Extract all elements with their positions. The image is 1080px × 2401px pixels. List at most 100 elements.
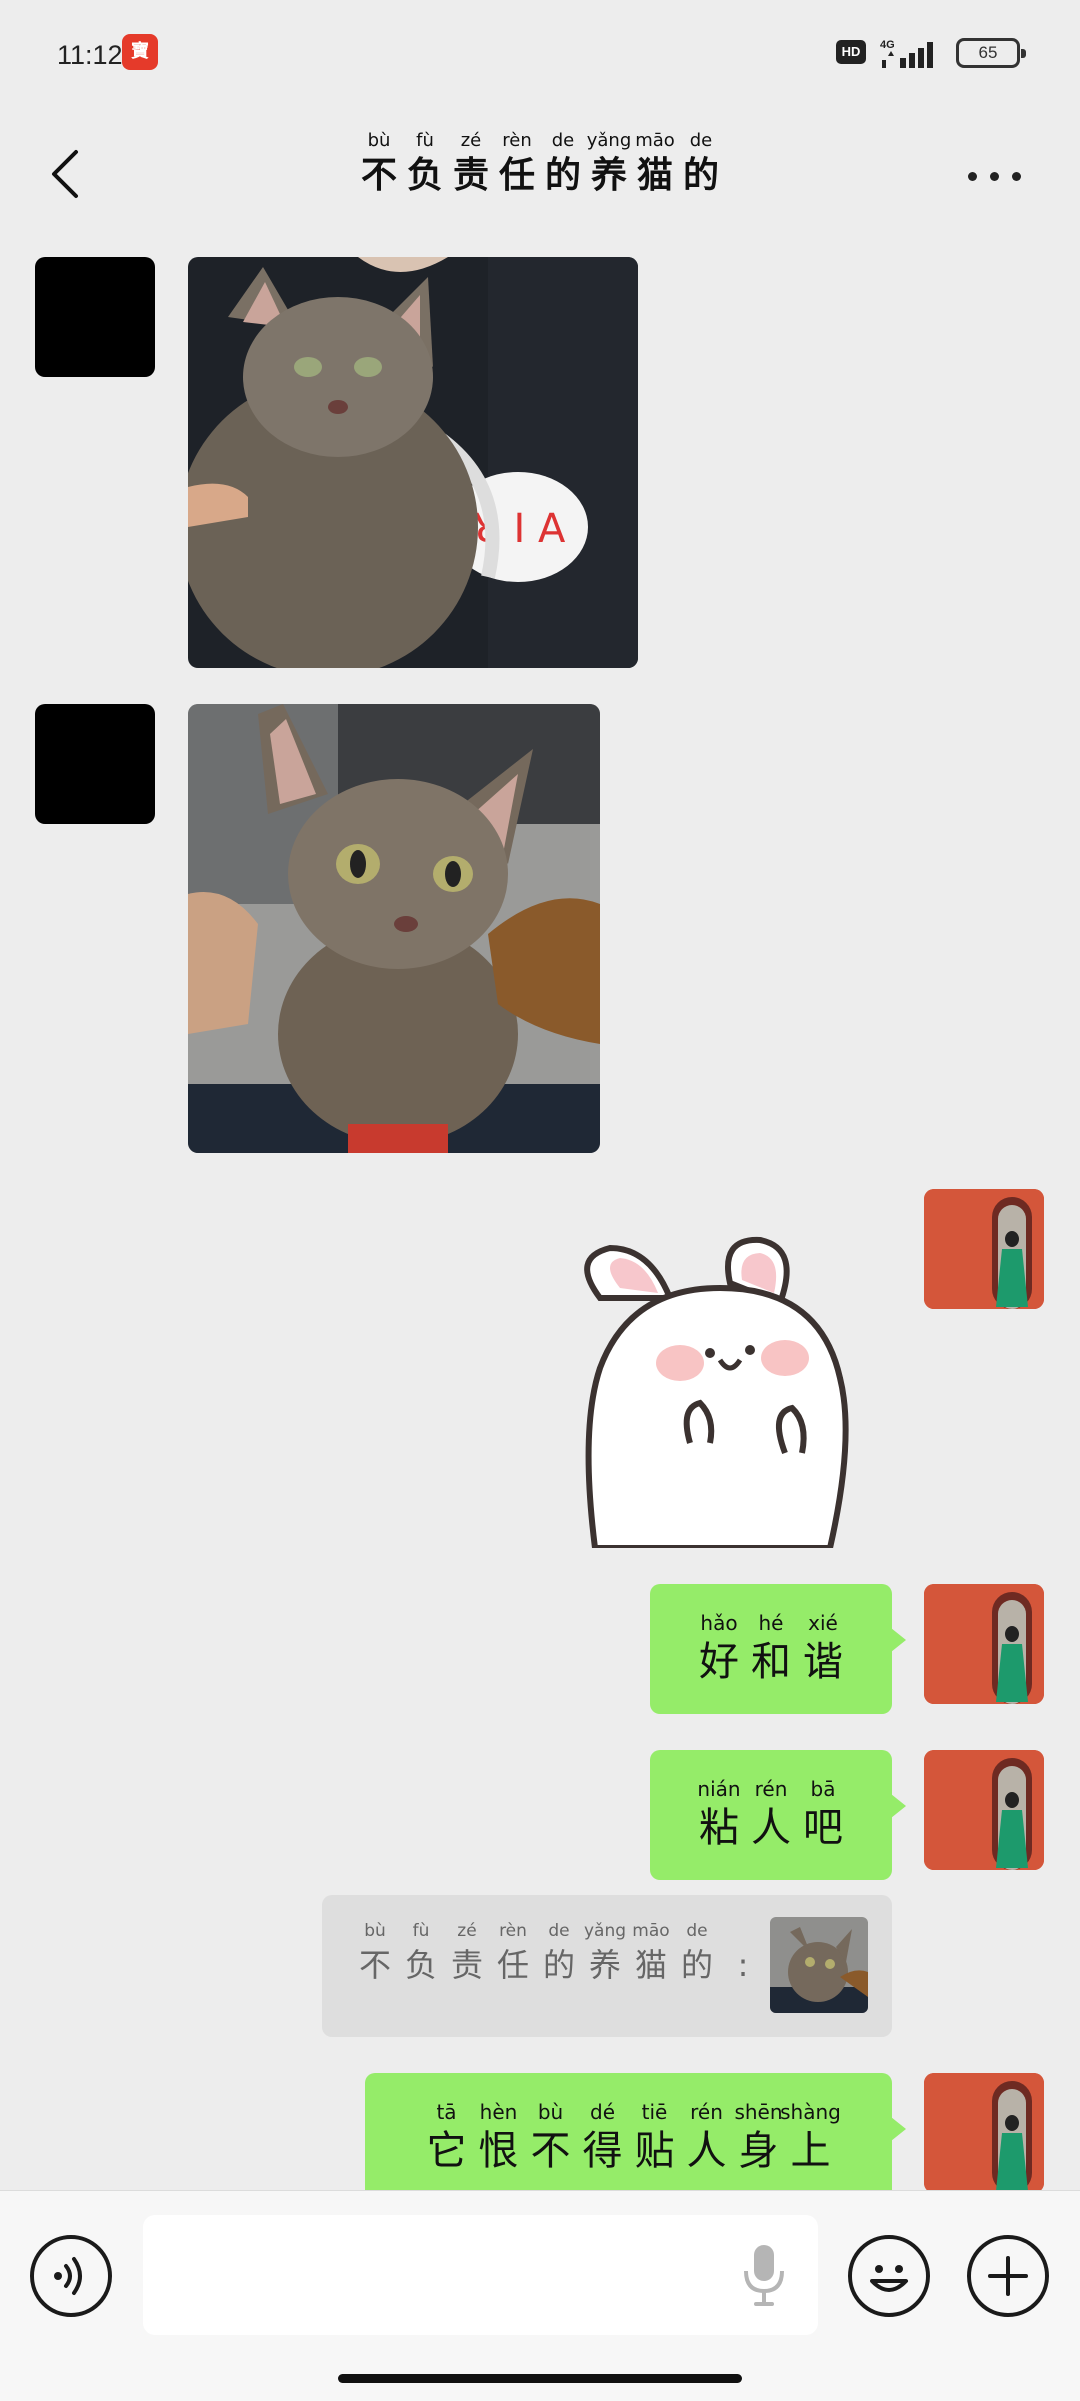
pinyin: nián xyxy=(697,1777,741,1801)
hanzi: 人 xyxy=(686,2128,727,2174)
contact-avatar[interactable] xyxy=(35,257,155,377)
pinyin: de xyxy=(551,130,575,151)
hanzi: 粘 xyxy=(699,1805,739,1851)
pinyin-char: māo 猫 xyxy=(632,130,678,198)
more-dot xyxy=(1012,172,1021,181)
pinyin: shàng xyxy=(780,2100,841,2124)
message-text: tā 它 hèn 恨 bù 不 dé 得 tiē 贴 rén 人 shēn 身 shàng 上 xyxy=(421,2100,841,2176)
hanzi: 的 xyxy=(542,1946,575,1984)
message-text: nián 粘 rén 人 bā 吧 xyxy=(693,1777,849,1853)
hanzi: 得 xyxy=(582,2128,623,2174)
signal-icon: 4G xyxy=(880,39,933,68)
my-avatar[interactable] xyxy=(924,1750,1044,1870)
avatar-photo xyxy=(924,1750,1044,1870)
pinyin: de xyxy=(689,130,713,151)
pinyin: shēn xyxy=(734,2100,783,2124)
chat-header: bù 不 fù 负 zé 责 rèn 任 de 的 yǎng 养 māo 猫 de 的 xyxy=(0,110,1080,238)
quoted-image-thumbnail[interactable] xyxy=(770,1917,868,2013)
pinyin-char: fù 负 xyxy=(398,1921,444,1987)
pinyin-char: fù 负 xyxy=(402,130,448,198)
hanzi: 负 xyxy=(406,155,443,196)
pinyin-char: de 的 xyxy=(540,130,586,198)
pinyin-char: bù 不 xyxy=(356,130,402,198)
hanzi: 负 xyxy=(404,1946,437,1984)
cat-photo-thumb xyxy=(770,1917,868,2013)
contact-avatar[interactable] xyxy=(35,704,155,824)
status-bar: 11:12 寶 HD 4G 65 xyxy=(0,0,1080,110)
pinyin-char: rèn 任 xyxy=(490,1921,536,1987)
network-label: 4G xyxy=(880,39,895,51)
pinyin-char: yǎng 养 xyxy=(582,1921,628,1987)
pinyin: xié xyxy=(808,1611,838,1635)
text-message-bubble[interactable]: hǎo 好 hé 和 xié 谐 xyxy=(650,1584,906,1714)
plus-button[interactable] xyxy=(967,2235,1049,2317)
pinyin-char: bā 吧 xyxy=(797,1777,849,1853)
hanzi: 人 xyxy=(751,1805,791,1851)
pinyin: hé xyxy=(758,1611,784,1635)
pinyin-char: tā 它 xyxy=(421,2100,473,2176)
pinyin: zé xyxy=(460,130,482,151)
hanzi: 养 xyxy=(588,1946,621,1984)
hanzi: 它 xyxy=(426,2128,467,2174)
quoted-message[interactable]: bù 不 fù 负 zé 责 rèn 任 de 的 yǎng 养 māo 猫 de 的: xyxy=(322,1895,892,2037)
more-button[interactable] xyxy=(960,146,1030,206)
pinyin-char: dé 得 xyxy=(577,2100,629,2176)
hanzi: 的 xyxy=(544,155,581,196)
pinyin-char: bù 不 xyxy=(352,1921,398,1987)
pinyin: tā xyxy=(436,2100,457,2124)
pinyin-char: zé 责 xyxy=(448,130,494,198)
sticker-message[interactable] xyxy=(570,1228,860,1551)
pinyin: rén xyxy=(754,1777,788,1801)
my-avatar[interactable] xyxy=(924,2073,1044,2193)
pinyin: bù xyxy=(367,130,391,151)
pinyin: bù xyxy=(364,1921,386,1941)
input-bar xyxy=(0,2190,1080,2401)
pinyin: de xyxy=(686,1921,708,1941)
quoted-text: bù 不 fù 负 zé 责 rèn 任 de 的 yǎng 养 māo 猫 de 的: xyxy=(352,1921,766,1987)
pinyin: māo xyxy=(632,1921,670,1941)
pinyin-char: de 的 xyxy=(678,130,724,198)
pinyin-char: yǎng 养 xyxy=(586,130,632,198)
pinyin-char: rén 人 xyxy=(745,1777,797,1853)
voice-toggle-button[interactable] xyxy=(30,2235,112,2317)
hanzi: 和 xyxy=(751,1639,791,1685)
avatar-photo xyxy=(924,1189,1044,1309)
pinyin-char: hé 和 xyxy=(745,1611,797,1687)
emoji-button[interactable] xyxy=(848,2235,930,2317)
image-message[interactable] xyxy=(188,704,600,1153)
pinyin: rèn xyxy=(499,1921,527,1941)
pinyin-char: xié 谐 xyxy=(797,1611,849,1687)
home-indicator[interactable] xyxy=(338,2374,742,2383)
pinyin-char: shàng 上 xyxy=(780,2100,841,2176)
pinyin: fù xyxy=(412,1921,430,1941)
image-message[interactable]: ꓤ I A xyxy=(188,257,638,668)
pinyin-char: de 的 xyxy=(536,1921,582,1987)
my-avatar[interactable] xyxy=(924,1584,1044,1704)
pinyin-char: rèn 任 xyxy=(494,130,540,198)
hanzi: : xyxy=(737,1946,749,1984)
text-message-bubble[interactable]: tā 它 hèn 恨 bù 不 dé 得 tiē 贴 rén 人 shēn 身 shàng 上 xyxy=(365,2073,906,2203)
pinyin-char: : xyxy=(720,1921,766,1987)
pinyin-char: hǎo 好 xyxy=(693,1611,745,1687)
pinyin: yǎng xyxy=(583,1921,627,1941)
hanzi: 的 xyxy=(680,1946,713,1984)
hanzi: 任 xyxy=(496,1946,529,1984)
hanzi: 贴 xyxy=(634,2128,675,2174)
text-message-bubble[interactable]: nián 粘 rén 人 bā 吧 xyxy=(650,1750,906,1880)
chat-title: bù 不 fù 负 zé 责 rèn 任 de 的 yǎng 养 māo 猫 de 的 xyxy=(0,130,1080,198)
hanzi: 猫 xyxy=(636,155,673,196)
message-input[interactable] xyxy=(143,2215,818,2335)
hanzi: 身 xyxy=(738,2128,779,2174)
pinyin-char: shēn 身 xyxy=(733,2100,785,2176)
battery-icon: 65 xyxy=(956,38,1026,68)
microphone-icon[interactable] xyxy=(734,2241,794,2311)
pinyin: rèn xyxy=(502,130,532,151)
pinyin: dé xyxy=(590,2100,615,2124)
hanzi: 任 xyxy=(498,155,535,196)
hanzi: 责 xyxy=(450,1946,483,1984)
pinyin: zé xyxy=(457,1921,477,1941)
pinyin-char: zé 责 xyxy=(444,1921,490,1987)
hanzi: 的 xyxy=(682,155,719,196)
pinyin: fù xyxy=(416,130,434,151)
my-avatar[interactable] xyxy=(924,1189,1044,1309)
